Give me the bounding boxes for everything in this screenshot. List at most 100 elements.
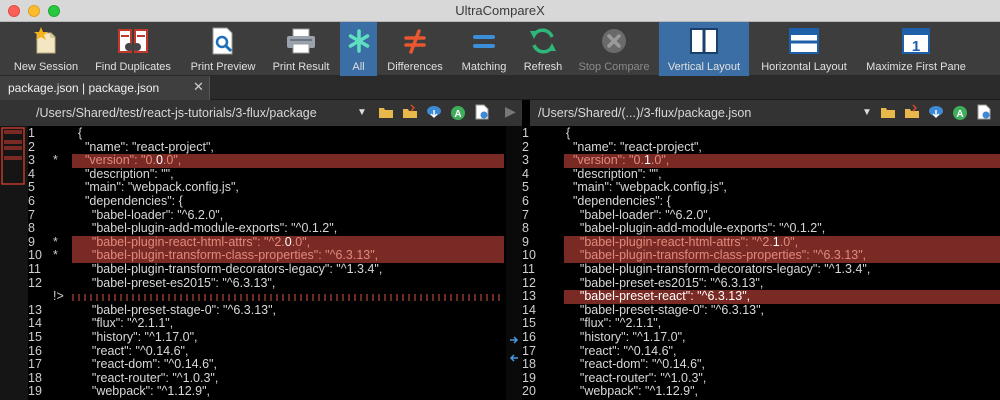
print-result-button[interactable]: Print Result <box>266 22 336 76</box>
code-text: "webpack": "^1.12.9", <box>566 384 699 399</box>
right-path-field[interactable]: /Users/Shared/(...)/3-flux/package.json <box>538 106 848 120</box>
code-line: 13 "babel-preset-react": "^6.3.13", <box>522 290 1000 304</box>
cloud-download-icon[interactable] <box>928 104 944 120</box>
stop-compare-button[interactable]: Stop Compare <box>574 22 654 76</box>
vertical-layout-icon <box>687 26 721 56</box>
code-line: 9 "babel-plugin-react-html-attrs": "^2.1… <box>522 234 1000 250</box>
line-number: 1 <box>28 126 35 140</box>
code-text: "react": "^0.14.6", <box>78 343 189 358</box>
open-folder-icon[interactable] <box>880 104 896 120</box>
code-text: "babel-preset-react": "^6.3.13", <box>566 289 751 304</box>
code-text: "react-dom": "^0.14.6", <box>78 357 217 372</box>
code-line: 2 "name": "react-project", <box>28 140 506 155</box>
find-duplicates-button[interactable]: Find Duplicates <box>88 22 178 76</box>
code-text: "babel-preset-stage-0": "^6.3.13", <box>78 302 277 317</box>
refresh-button[interactable]: Refresh <box>518 22 568 76</box>
code-line: 14 "babel-preset-stage-0": "^6.3.13", <box>522 302 1000 318</box>
horizontal-layout-button[interactable]: Horizontal Layout <box>754 22 854 76</box>
matching-button[interactable]: Matching <box>454 22 514 76</box>
code-line: 9 * "babel-plugin-react-html-attrs": "^2.… <box>28 234 506 250</box>
code-line: 19 "webpack": "^1.12.9", <box>28 385 506 399</box>
code-segment: .0", <box>162 153 182 168</box>
code-line: 16 "react": "^0.14.6", <box>28 343 506 359</box>
svg-text:A: A <box>956 109 963 120</box>
title-bar: UltraCompareX <box>0 0 1000 22</box>
print-preview-icon <box>206 26 240 56</box>
code-line: 17 "react": "^0.14.6", <box>522 343 1000 359</box>
code-segment: "babel-plugin-react-html-attrs": "^2. <box>566 234 773 249</box>
line-number: 10 <box>522 248 536 263</box>
code-text: "flux": "^2.1.1", <box>78 316 174 331</box>
find-duplicates-icon <box>116 26 150 56</box>
code-line: 6 "dependencies": { <box>522 194 1000 209</box>
code-text: "version": "0.1.0", <box>566 153 670 168</box>
chevron-down-icon[interactable]: ▼ <box>357 107 367 118</box>
open-folder-icon[interactable] <box>378 104 394 120</box>
code-text: "babel-plugin-transform-class-properties… <box>566 248 867 263</box>
toolbar: New Session Find Duplicates Print Previe… <box>0 22 1000 76</box>
recent-folder-icon[interactable] <box>402 104 418 120</box>
refresh-icon <box>526 26 560 56</box>
code-line: 3 "version": "0.1.0", <box>522 153 1000 168</box>
line-number: 19 <box>28 384 42 399</box>
left-path-field[interactable]: /Users/Shared/test/react-js-tutorials/3-… <box>36 106 354 120</box>
maximize-first-pane-button[interactable]: 1 Maximize First Pane <box>860 22 972 76</box>
code-line: 13 "babel-preset-stage-0": "^6.3.13", <box>28 302 506 318</box>
line-number: 19 <box>522 370 536 385</box>
code-text: "babel-plugin-add-module-exports": "^0.1… <box>566 221 826 236</box>
print-preview-button[interactable]: Print Preview <box>184 22 262 76</box>
diff-minimap[interactable] <box>0 126 28 400</box>
code-text: "history": "^1.17.0", <box>566 330 686 344</box>
file-settings-icon[interactable] <box>474 104 490 120</box>
code-text: "react": "^0.14.6", <box>566 343 677 358</box>
code-text: "babel-plugin-transform-class-properties… <box>78 248 379 263</box>
code-text: "babel-plugin-add-module-exports": "^0.1… <box>78 221 338 236</box>
code-line: 11 "babel-plugin-transform-decorators-le… <box>522 262 1000 277</box>
line-number: 12 <box>522 275 536 290</box>
code-segment: "version": "0. <box>78 153 156 168</box>
code-text: "main": "webpack.config.js", <box>78 180 239 195</box>
equal-icon <box>467 26 501 56</box>
line-number: 15 <box>522 316 536 331</box>
code-text: "history": "^1.17.0", <box>78 330 198 344</box>
encoding-icon[interactable]: A <box>450 104 466 120</box>
right-path-bar: /Users/Shared/(...)/3-flux/package.json … <box>530 100 1000 126</box>
tab-bar: package.json | package.json ✕ <box>0 76 1000 100</box>
line-number: 12 <box>28 275 42 290</box>
chevron-down-icon[interactable]: ▼ <box>862 107 872 118</box>
code-text: "babel-preset-es2015": "^6.3.13", <box>78 275 276 290</box>
tab-package-json[interactable]: package.json | package.json ✕ <box>0 76 210 100</box>
code-line: 7 "babel-loader": "^6.2.0", <box>28 208 506 223</box>
left-code-pane[interactable]: 1{2 "name": "react-project", 3 * "version"… <box>28 126 506 400</box>
all-button[interactable]: All <box>340 22 377 76</box>
code-line: 6 "dependencies": { <box>28 194 506 209</box>
code-line: 8 "babel-plugin-add-module-exports": "^0… <box>522 222 1000 236</box>
line-number: 13 <box>522 289 536 304</box>
line-number: 7 <box>522 207 529 222</box>
code-text: { <box>78 126 83 140</box>
close-tab-icon[interactable]: ✕ <box>193 79 204 95</box>
differences-button[interactable]: Differences <box>382 22 448 76</box>
file-settings-icon[interactable] <box>976 104 992 120</box>
line-number: 3 <box>522 153 529 168</box>
code-line: 16 "history": "^1.17.0", <box>522 330 1000 345</box>
code-text: "webpack": "^1.12.9", <box>78 384 211 399</box>
line-number: 16 <box>28 343 42 358</box>
right-code-pane[interactable]: 1{2 "name": "react-project", 3 "version":… <box>522 126 1000 400</box>
line-number: 8 <box>28 221 35 236</box>
line-number: 20 <box>522 384 536 399</box>
recent-folder-icon[interactable] <box>904 104 920 120</box>
code-line: 4 "description": "", <box>28 167 506 182</box>
cloud-download-icon[interactable] <box>426 104 442 120</box>
code-text: "description": "", <box>566 166 662 181</box>
line-number: 9 <box>522 234 529 249</box>
vertical-layout-button[interactable]: Vertical Layout <box>659 22 749 76</box>
code-text: "babel-preset-stage-0": "^6.3.13", <box>566 302 765 317</box>
new-session-button[interactable]: New Session <box>6 22 86 76</box>
change-marker: * <box>53 234 58 249</box>
line-number: 14 <box>28 316 42 331</box>
code-segment: .0", <box>650 153 670 168</box>
code-line: 5 "main": "webpack.config.js", <box>28 181 506 195</box>
encoding-icon[interactable]: A <box>952 104 968 120</box>
play-arrow-icon[interactable]: ▶ <box>505 103 516 120</box>
